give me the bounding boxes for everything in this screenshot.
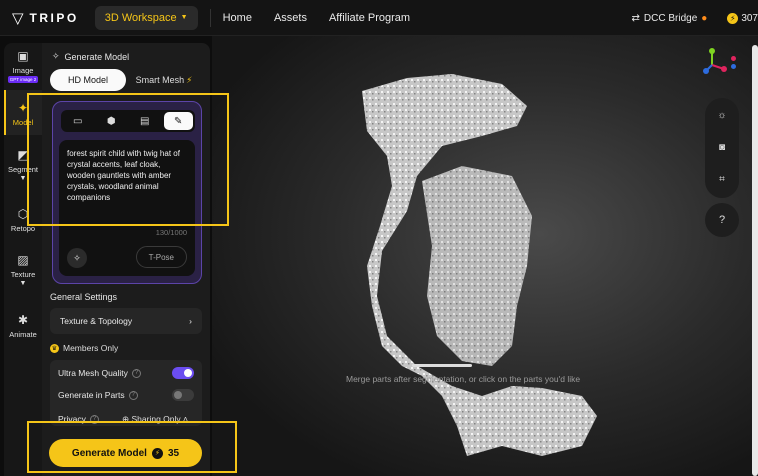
texture-icon: ▨	[17, 253, 29, 267]
divider	[209, 8, 211, 27]
crown-icon: ♛	[50, 343, 59, 353]
axis-gizmo[interactable]	[700, 45, 730, 75]
rail-item-image[interactable]: ▣ Image GPT image 2	[4, 49, 42, 83]
viewport-dots	[731, 56, 736, 69]
nav-affiliate[interactable]: Affiliate Program	[329, 12, 410, 24]
char-counter: 130/1000	[155, 228, 187, 237]
top-bar: ▽ TRIPO 3D Workspace ▼ Home Assets Affil…	[0, 0, 758, 36]
member-options: Ultra Mesh Quality ? Generate in Parts ?…	[50, 360, 202, 426]
progress-bar	[412, 364, 472, 367]
grid-icon[interactable]: ⌗	[705, 174, 739, 185]
image-icon: ▣	[17, 49, 29, 63]
viewport-toolbar: ☼ ◙ ⌗	[705, 98, 739, 198]
credits-display[interactable]: ⚡ 307	[727, 12, 758, 24]
figure-icon: ✱	[17, 313, 29, 327]
highlight-prompt	[27, 93, 229, 226]
generate-parts-toggle[interactable]	[172, 389, 194, 401]
texture-topology-label: Texture & Topology	[60, 316, 133, 326]
brand-name: TRIPO	[29, 10, 79, 25]
members-only: ♛ Members Only	[50, 343, 118, 353]
tab-smart-mesh[interactable]: Smart Mesh ⚡	[126, 69, 202, 91]
blender-icon: ●	[701, 12, 708, 24]
chevron-down-icon: ▼	[19, 280, 27, 287]
texture-topology-row[interactable]: Texture & Topology ›	[50, 308, 202, 334]
panel-title-text: Generate Model	[64, 51, 130, 62]
highlight-generate	[27, 421, 237, 473]
panel-title: ✧ Generate Model	[52, 51, 129, 62]
workspace-dropdown[interactable]: 3D Workspace ▼	[94, 5, 198, 30]
general-settings-title: General Settings	[50, 292, 118, 302]
option-parts-label: Generate in Parts	[58, 390, 125, 400]
tab-smart-label: Smart Mesh	[135, 75, 185, 85]
sparkle-icon: ✧	[52, 51, 60, 61]
help-icon[interactable]: ?	[128, 390, 138, 400]
chevron-down-icon: ▼	[180, 14, 188, 21]
chevron-down-icon: ▼	[19, 175, 27, 182]
rail-label-texture: Texture	[10, 270, 36, 279]
nav-home[interactable]: Home	[223, 12, 252, 24]
nav-assets[interactable]: Assets	[274, 12, 307, 24]
members-label: Members Only	[63, 343, 119, 353]
bridge-icon: ⇄	[631, 12, 640, 24]
mode-tabs: HD Model Smart Mesh ⚡	[50, 69, 202, 91]
tripo-logo-icon: ▽	[12, 9, 24, 27]
tab-hd-model[interactable]: HD Model	[50, 69, 126, 91]
workspace-label: 3D Workspace	[104, 11, 177, 24]
credits-value: 307	[741, 12, 758, 24]
rail-item-texture[interactable]: ▨ Texture ▼	[4, 253, 42, 287]
dcc-label: DCC Bridge	[643, 12, 698, 24]
help-icon[interactable]: ?	[705, 203, 739, 237]
top-right: ⇄ DCC Bridge ● ⚡ 307	[632, 0, 758, 36]
rail-item-animate[interactable]: ✱ Animate	[4, 313, 42, 339]
tpose-button[interactable]: T-Pose	[135, 246, 187, 268]
rail-label-animate: Animate	[9, 330, 37, 339]
point-cloud-model	[362, 74, 597, 456]
camera-icon[interactable]: ◙	[705, 142, 739, 153]
help-icon[interactable]: ?	[131, 368, 141, 378]
scrollbar[interactable]	[752, 45, 758, 476]
dcc-bridge-button[interactable]: ⇄ DCC Bridge ●	[632, 13, 708, 24]
option-generate-parts: Generate in Parts ?	[58, 389, 194, 401]
ultra-mesh-toggle[interactable]	[172, 367, 194, 379]
coin-icon: ⚡	[727, 12, 739, 24]
light-icon[interactable]: ☼	[705, 110, 739, 121]
gpt-badge: GPT image 2	[7, 76, 39, 83]
logo[interactable]: ▽ TRIPO	[12, 9, 79, 27]
viewport-canvas[interactable]: Merge parts after segmentation, or click…	[212, 36, 758, 476]
option-ultra-label: Ultra Mesh Quality	[58, 368, 128, 378]
chevron-right-icon: ›	[189, 316, 192, 326]
canvas-hint: Merge parts after segmentation, or click…	[346, 374, 581, 384]
option-ultra-mesh: Ultra Mesh Quality ?	[58, 367, 194, 379]
rail-label-image: Image	[12, 66, 34, 75]
tab-hd-label: HD Model	[67, 75, 108, 85]
magic-wand-icon[interactable]: ✧	[67, 248, 87, 268]
bolt-icon: ⚡	[186, 74, 193, 85]
